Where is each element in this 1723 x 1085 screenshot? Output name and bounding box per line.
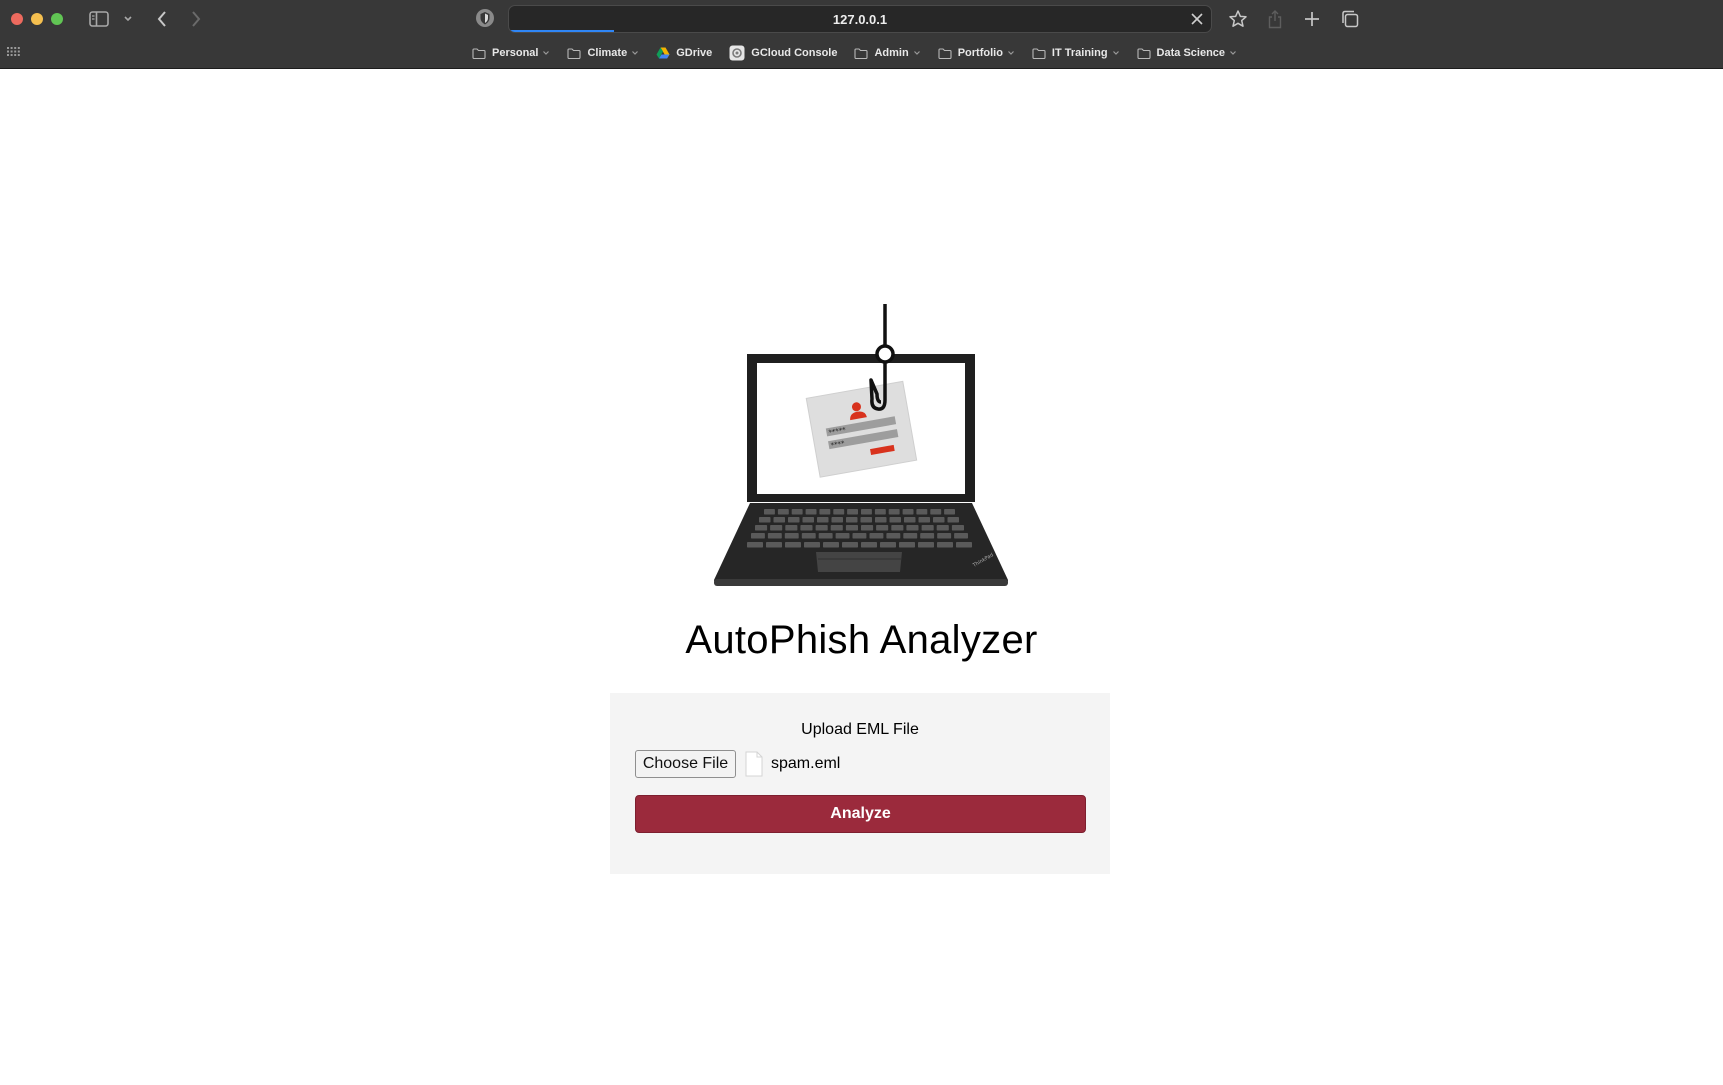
sidebar-toggle-icon[interactable]: [88, 7, 110, 31]
document-icon: [745, 751, 763, 777]
bookmark-list: Personal Climate GDrive GCloud Console Admin…: [472, 43, 1254, 63]
bookmark-label: Data Science: [1156, 47, 1226, 59]
bookmark-personal[interactable]: Personal: [472, 43, 550, 63]
folder-icon: [1136, 47, 1151, 59]
bookmark-label: GDrive: [676, 47, 713, 59]
stop-loading-icon[interactable]: [1189, 11, 1205, 27]
bookmark-label: Climate: [587, 47, 628, 59]
choose-file-button[interactable]: Choose File: [635, 750, 736, 778]
bookmark-data-science[interactable]: Data Science: [1136, 43, 1237, 63]
apps-grid-icon[interactable]: [7, 47, 20, 56]
chevron-down-icon: [1229, 47, 1237, 59]
folder-icon: [472, 47, 486, 59]
gcloud-icon: [729, 45, 745, 61]
folder-icon: [854, 47, 869, 59]
chevron-down-icon: [1007, 47, 1015, 59]
bookmark-label: Admin: [874, 47, 909, 59]
bookmark-label: Personal: [492, 47, 539, 59]
favorites-bar: Personal Climate GDrive GCloud Console Admin…: [0, 42, 1723, 64]
page-load-progress: [509, 30, 615, 32]
bookmark-label: IT Training: [1051, 47, 1108, 59]
selected-file-name: spam.eml: [771, 755, 841, 772]
bookmark-gcloud-console[interactable]: GCloud Console: [729, 43, 837, 63]
google-drive-icon: [656, 47, 670, 59]
folder-icon: [938, 47, 952, 59]
minimize-window-button[interactable]: [31, 13, 43, 25]
url-text: 127.0.0.1: [832, 12, 888, 27]
address-bar[interactable]: 127.0.0.1: [508, 5, 1212, 33]
privacy-shield-icon[interactable]: [474, 7, 496, 29]
bookmark-it-training[interactable]: IT Training: [1032, 43, 1120, 63]
new-tab-icon[interactable]: [1302, 7, 1322, 31]
bookmark-label: Portfolio: [957, 47, 1003, 59]
bookmark-admin[interactable]: Admin: [854, 43, 920, 63]
bookmark-portfolio[interactable]: Portfolio: [938, 43, 1015, 63]
folder-icon: [567, 47, 582, 59]
chevron-down-icon: [1112, 47, 1120, 59]
chevron-down-icon: [542, 47, 550, 59]
upload-label: Upload EML File: [801, 721, 919, 738]
bookmark-gdrive[interactable]: GDrive: [656, 43, 712, 63]
bookmark-climate[interactable]: Climate: [567, 43, 639, 63]
forward-icon[interactable]: [188, 7, 204, 31]
chevron-down-icon: [631, 47, 639, 59]
bookmark-star-icon[interactable]: [1227, 7, 1249, 31]
upload-form: Upload EML File Choose File spam.eml Ana…: [610, 693, 1110, 874]
share-icon[interactable]: [1265, 7, 1285, 31]
back-icon[interactable]: [154, 7, 170, 31]
maximize-window-button[interactable]: [51, 13, 63, 25]
chevron-down-icon[interactable]: [122, 7, 134, 31]
phishing-laptop-illustration: ***** **** ThinkPad: [714, 304, 1008, 586]
browser-toolbar: 127.0.0.1 Personal Climate GDrive GCloud Co…: [0, 0, 1723, 69]
tab-overview-icon[interactable]: [1340, 7, 1360, 31]
bookmark-label: GCloud Console: [751, 47, 838, 59]
close-window-button[interactable]: [11, 13, 23, 25]
chevron-down-icon: [913, 47, 921, 59]
analyze-button[interactable]: Analyze: [635, 795, 1086, 833]
page-title: AutoPhish Analyzer: [685, 618, 1038, 662]
folder-icon: [1032, 47, 1046, 59]
